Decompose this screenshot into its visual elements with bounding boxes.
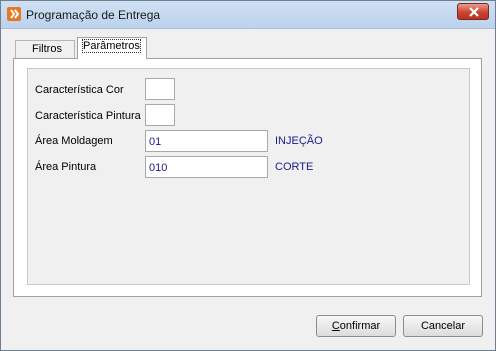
caracteristica-cor-input[interactable] <box>145 78 175 100</box>
area-pintura-label: Área Pintura <box>35 161 97 173</box>
area-moldagem-description: INJEÇÃO <box>275 135 323 147</box>
dialog-window: Programação de Entrega Filtros Parâmetro… <box>0 0 496 351</box>
cancelar-button[interactable]: Cancelar <box>403 315 483 337</box>
tab-filtros-label: Filtros <box>32 43 62 55</box>
confirmar-mnemonic: C <box>331 320 340 332</box>
caracteristica-pintura-input[interactable] <box>145 104 175 126</box>
app-logo-icon <box>7 7 21 21</box>
confirmar-button[interactable]: Confirmar <box>316 315 396 337</box>
caracteristica-pintura-label: Característica Pintura <box>35 110 141 122</box>
area-moldagem-label: Área Moldagem <box>35 135 113 147</box>
close-icon <box>469 7 479 17</box>
area-pintura-description: CORTE <box>275 161 314 173</box>
tab-filtros[interactable]: Filtros <box>15 40 75 58</box>
tab-parametros[interactable]: Parâmetros <box>77 37 147 59</box>
area-pintura-input[interactable]: 010 <box>145 156 268 178</box>
caracteristica-cor-label: Característica Cor <box>35 84 124 96</box>
window-title: Programação de Entrega <box>26 8 161 22</box>
confirmar-label-rest: onfirmar <box>339 320 381 332</box>
tab-parametros-label: Parâmetros <box>82 39 141 53</box>
close-button[interactable] <box>457 3 489 20</box>
title-bar[interactable]: Programação de Entrega <box>1 1 495 29</box>
area-moldagem-input[interactable]: 01 <box>145 130 268 152</box>
